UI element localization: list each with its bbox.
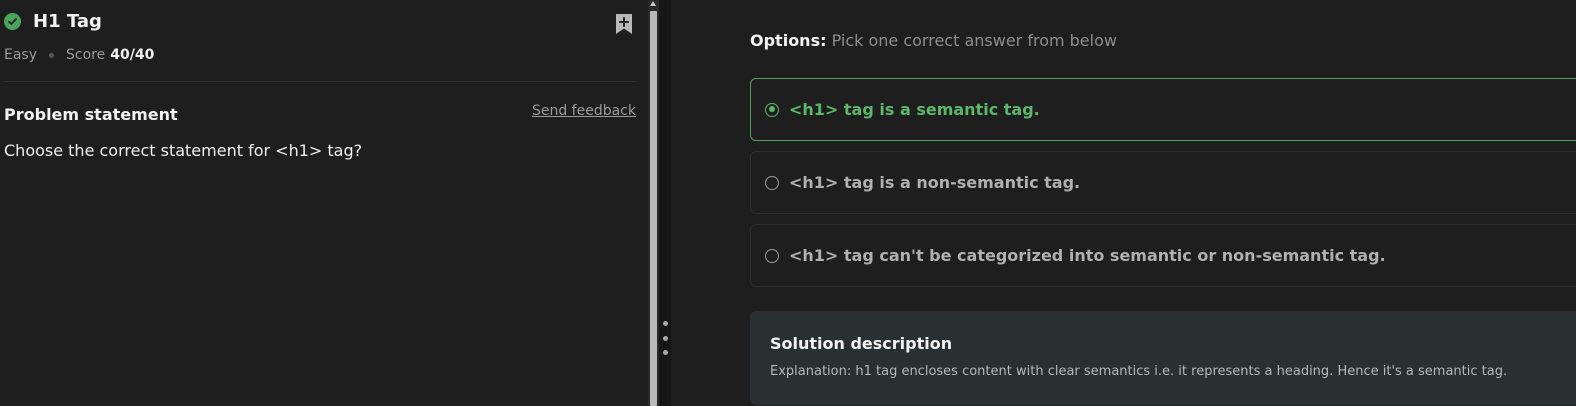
radio-icon[interactable] — [765, 175, 779, 190]
resize-handle-icon[interactable] — [663, 321, 669, 359]
title-row: H1 Tag — [4, 11, 102, 32]
problem-title: H1 Tag — [33, 11, 102, 32]
divider — [4, 81, 636, 82]
separator-dot — [49, 52, 55, 58]
problem-statement-heading: Problem statement — [4, 105, 178, 124]
solution-title: Solution description — [770, 334, 953, 353]
answer-panel: Options: Pick one correct answer from be… — [671, 0, 1576, 406]
difficulty-label: Easy — [4, 47, 38, 63]
score-value: 40/40 — [110, 47, 155, 63]
radio-selected-icon[interactable] — [765, 102, 779, 117]
option-1[interactable]: <h1> tag is a semantic tag. — [750, 78, 1576, 141]
solution-text: Explanation: h1 tag encloses content wit… — [770, 364, 1508, 379]
solved-check-icon — [4, 13, 21, 30]
problem-panel: H1 Tag Easy Score 40/40 Problem statemen… — [0, 0, 648, 406]
send-feedback-link[interactable]: Send feedback — [532, 103, 636, 119]
option-text: <h1> tag is a semantic tag. — [789, 100, 1040, 119]
scroll-up-arrow-icon[interactable] — [650, 1, 656, 6]
question-text: Choose the correct statement for <h1> ta… — [4, 141, 363, 160]
option-2[interactable]: <h1> tag is a non-semantic tag. — [750, 151, 1576, 214]
options-label: Options: — [750, 31, 827, 50]
radio-icon[interactable] — [765, 248, 779, 263]
option-text: <h1> tag is a non-semantic tag. — [789, 173, 1081, 192]
scrollbar-thumb[interactable] — [650, 11, 657, 406]
bookmark-add-icon[interactable] — [613, 13, 635, 35]
option-3[interactable]: <h1> tag can't be categorized into seman… — [750, 224, 1576, 287]
option-text: <h1> tag can't be categorized into seman… — [789, 246, 1386, 265]
options-instruction: Pick one correct answer from below — [831, 31, 1117, 50]
options-header: Options: Pick one correct answer from be… — [750, 31, 1117, 50]
solution-box: Solution description Explanation: h1 tag… — [750, 311, 1576, 405]
meta-row: Easy Score 40/40 — [4, 47, 154, 63]
score-label: Score — [66, 47, 106, 63]
